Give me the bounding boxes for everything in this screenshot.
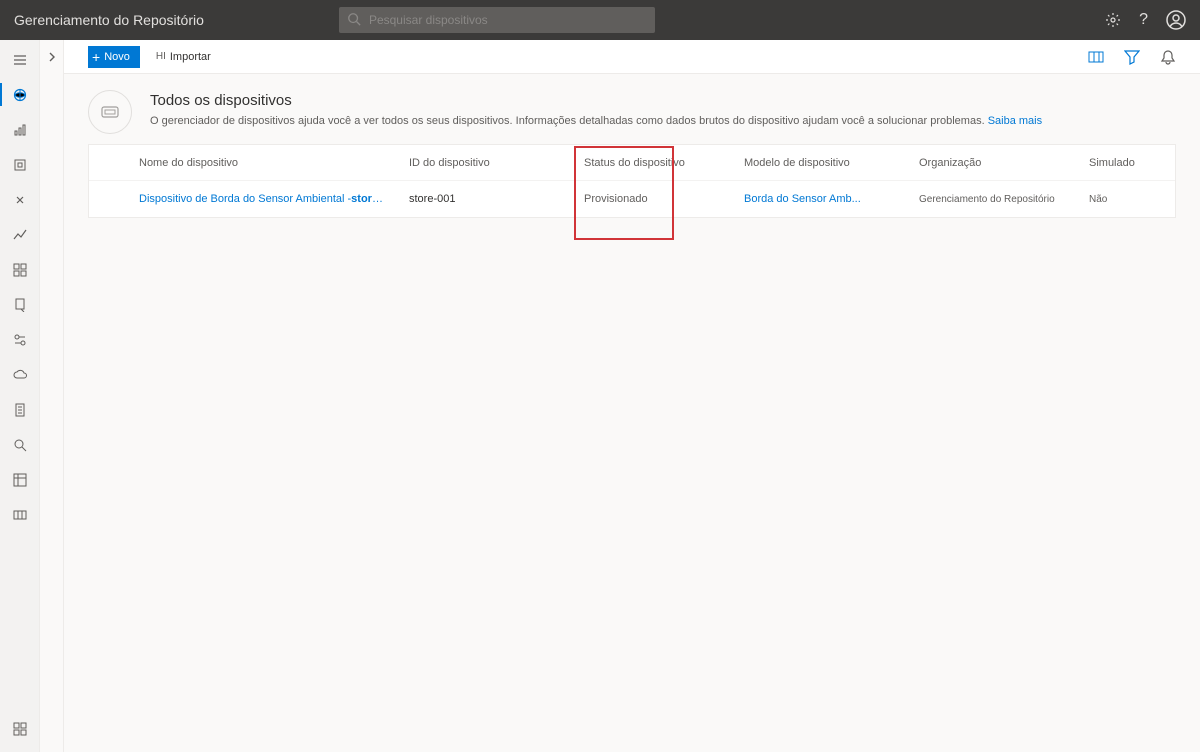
page-subtitle: O gerenciador de dispositivos ajuda você… — [150, 115, 1042, 127]
filter-icon[interactable] — [1124, 49, 1140, 65]
device-org: Gerenciamento do Repositório — [909, 194, 1079, 205]
nav-cloud[interactable] — [0, 357, 40, 392]
import-button[interactable]: HI Importar — [156, 51, 211, 63]
nav-search[interactable] — [0, 427, 40, 462]
command-bar-right — [1088, 49, 1176, 65]
nav-rail — [0, 40, 40, 752]
nav-trends[interactable] — [0, 217, 40, 252]
learn-more-link[interactable]: Saiba mais — [988, 115, 1042, 127]
app-title: Gerenciamento do Repositório — [14, 12, 204, 28]
nav-connect[interactable] — [0, 182, 40, 217]
nav-analytics[interactable] — [0, 112, 40, 147]
import-prefix: HI — [156, 51, 166, 62]
table-header-row: Nome do dispositivo ID do dispositivo St… — [89, 145, 1175, 181]
import-label: Importar — [170, 51, 211, 63]
nav-dashboard[interactable] — [0, 252, 40, 287]
device-model-link[interactable]: Borda do Sensor Amb... — [734, 193, 909, 205]
new-button-label: Novo — [104, 51, 130, 63]
page-header: Todos os dispositivos O gerenciador de d… — [88, 90, 1176, 134]
columns-icon[interactable] — [1088, 49, 1104, 65]
topbar-actions: ? — [1105, 10, 1186, 30]
col-org[interactable]: Organização — [909, 157, 1079, 169]
table-row[interactable]: Dispositivo de Borda do Sensor Ambiental… — [89, 181, 1175, 217]
col-model[interactable]: Modelo de dispositivo — [734, 157, 909, 169]
device-sim: Não — [1079, 194, 1159, 205]
col-name[interactable]: Nome do dispositivo — [129, 157, 399, 169]
nav-export[interactable] — [0, 287, 40, 322]
nav-templates[interactable] — [0, 392, 40, 427]
nav-device-groups[interactable] — [0, 147, 40, 182]
search-wrap — [339, 7, 655, 33]
search-icon — [347, 12, 361, 26]
topbar: Gerenciamento do Repositório ? — [0, 0, 1200, 40]
plus-icon: + — [92, 49, 100, 65]
device-icon — [88, 90, 132, 134]
nav-jobs[interactable] — [0, 322, 40, 357]
gear-icon[interactable] — [1105, 12, 1121, 28]
nav-devices[interactable] — [0, 77, 40, 112]
expand-rail-toggle[interactable] — [40, 40, 64, 752]
main: + Novo HI Importar Todos os dispositivos — [64, 40, 1200, 752]
command-bar: + Novo HI Importar — [64, 40, 1200, 74]
help-icon[interactable]: ? — [1139, 11, 1148, 29]
col-status[interactable]: Status do dispositivo — [574, 157, 734, 169]
search-input[interactable] — [339, 7, 655, 33]
new-button[interactable]: + Novo — [88, 46, 140, 68]
nav-grid1[interactable] — [0, 462, 40, 497]
device-id: store-001 — [399, 193, 574, 205]
device-name-link[interactable]: Dispositivo de Borda do Sensor Ambiental… — [129, 193, 399, 205]
nav-hamburger[interactable] — [0, 42, 40, 77]
account-icon[interactable] — [1166, 10, 1186, 30]
device-status: Provisionado — [574, 193, 734, 205]
page-header-text: Todos os dispositivos O gerenciador de d… — [150, 90, 1042, 134]
col-id[interactable]: ID do dispositivo — [399, 157, 574, 169]
nav-apps[interactable] — [0, 711, 40, 746]
nav-grid2[interactable] — [0, 497, 40, 532]
col-sim[interactable]: Simulado — [1079, 157, 1159, 169]
devices-table: Nome do dispositivo ID do dispositivo St… — [88, 144, 1176, 218]
page-title: Todos os dispositivos — [150, 92, 1042, 109]
bell-icon[interactable] — [1160, 49, 1176, 65]
content: Todos os dispositivos O gerenciador de d… — [64, 74, 1200, 218]
